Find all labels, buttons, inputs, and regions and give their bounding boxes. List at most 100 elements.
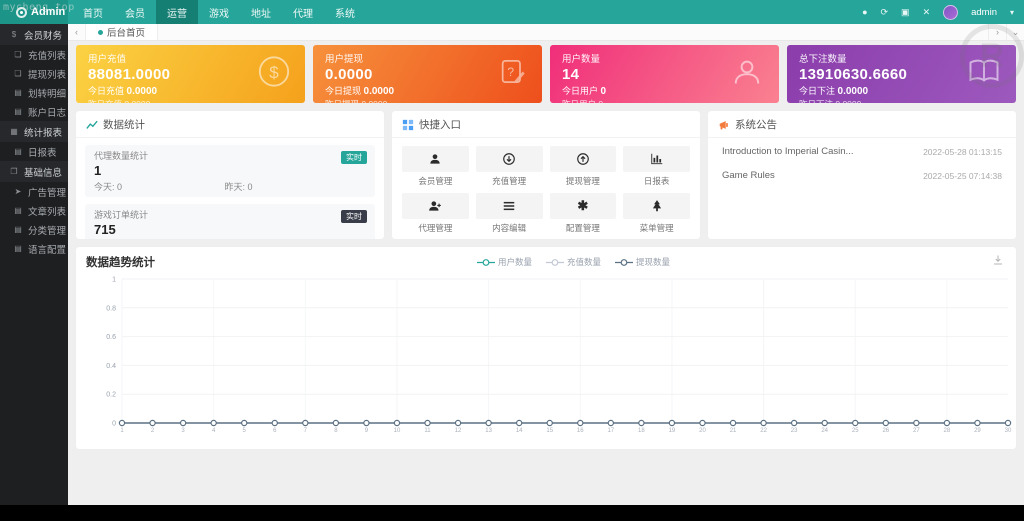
avatar[interactable] — [943, 5, 958, 20]
sidebar-item-transfer-detail[interactable]: ▤划转明细 — [0, 83, 68, 102]
stat-card-withdraw[interactable]: 用户提现 0.0000 今日提现 0.0000 昨日提现 0.0000 ? — [313, 45, 542, 103]
quick-entry-recharge[interactable]: 充值管理 — [476, 146, 543, 187]
category-icon: ▤ — [13, 225, 23, 234]
svg-text:1: 1 — [112, 277, 116, 284]
panel-header: 快捷入口 — [392, 111, 700, 138]
brand-name: Admin — [31, 6, 65, 18]
svg-text:8: 8 — [334, 428, 338, 434]
svg-text:30: 30 — [1005, 428, 1012, 434]
sidebar-item-article-list[interactable]: ▤文章列表 — [0, 201, 68, 220]
sidebar-item-recharge-list[interactable]: ❏充值列表 — [0, 45, 68, 64]
stat-card-recharge[interactable]: 用户充值 88081.0000 今日充值 0.0000 昨日充值 0.0000 … — [76, 45, 305, 103]
quick-entry-members[interactable]: 会员管理 — [402, 146, 469, 187]
user-outline-icon — [729, 54, 765, 95]
panel-quick-entry: 快捷入口 会员管理 充值管理 提现管理 — [392, 111, 700, 239]
quick-entry-daily-report[interactable]: 日报表 — [623, 146, 690, 187]
svg-text:$: $ — [269, 63, 279, 82]
theme-icon[interactable]: ● — [862, 8, 867, 17]
tab-collapse-icon[interactable]: ⌄ — [1006, 24, 1024, 40]
chart-title: 数据趋势统计 — [86, 254, 155, 270]
username[interactable]: admin — [971, 7, 997, 18]
nav-item-members[interactable]: 会员 — [114, 0, 156, 24]
log-icon: ▤ — [13, 107, 23, 116]
nav-item-operations[interactable]: 运营 — [156, 0, 198, 24]
user-icon — [428, 152, 442, 166]
language-icon: ▤ — [13, 244, 23, 253]
report-icon: ▦ — [9, 127, 19, 136]
download-icon[interactable] — [992, 253, 1004, 271]
tab-scroll-left-icon[interactable]: ‹ — [68, 24, 86, 40]
panel-header: 系统公告 — [708, 111, 1016, 138]
stat-card-bets[interactable]: 总下注数量 13910630.6660 今日下注 0.0000 昨日下注 0.0… — [787, 45, 1016, 103]
grid-icon — [402, 119, 414, 131]
svg-text:15: 15 — [546, 428, 553, 434]
svg-text:6: 6 — [273, 428, 277, 434]
tab-scroll-right-icon[interactable]: › — [988, 24, 1006, 40]
quick-entry-config[interactable]: ✱ 配置管理 — [550, 193, 617, 234]
daily-report-icon: ▤ — [13, 147, 23, 156]
article-icon: ▤ — [13, 206, 23, 215]
nav-item-home[interactable]: 首页 — [72, 0, 114, 24]
announcement-item[interactable]: Introduction to Imperial Casin... 2022-0… — [722, 146, 1002, 157]
sidebar-item-ad-manage[interactable]: ➤广告管理 — [0, 182, 68, 201]
svg-text:?: ? — [507, 65, 514, 79]
sidebar-item-category-manage[interactable]: ▤分类管理 — [0, 220, 68, 239]
quick-entry-content[interactable]: 内容编辑 — [476, 193, 543, 234]
sidebar-item-daily-report[interactable]: ▤日报表 — [0, 142, 68, 161]
panel-announcements: 系统公告 Introduction to Imperial Casin... 2… — [708, 111, 1016, 239]
lines-icon — [502, 199, 516, 213]
fullscreen-close-icon[interactable]: ✕ — [923, 8, 931, 17]
tabbar-spacer — [158, 24, 988, 40]
announcement-item[interactable]: Game Rules 2022-05-25 07:14:38 — [722, 170, 1002, 181]
stat-card-users[interactable]: 用户数量 14 今日用户 0 昨日用户 0 — [550, 45, 779, 103]
chart-legend: 用户数量 充值数量 提现数量 — [155, 256, 992, 268]
svg-text:25: 25 — [852, 428, 859, 434]
sidebar-item-withdraw-list[interactable]: ❏提现列表 — [0, 64, 68, 83]
quick-entry-menu[interactable]: 菜单管理 — [623, 193, 690, 234]
legend-item-users[interactable]: 用户数量 — [477, 256, 532, 268]
legend-item-recharge[interactable]: 充值数量 — [546, 256, 601, 268]
refresh-icon[interactable]: ⟳ — [881, 8, 889, 17]
tabbar: ‹ 后台首页 › ⌄ — [68, 24, 1024, 41]
quick-entry-agents[interactable]: 代理管理 — [402, 193, 469, 234]
nav-item-games[interactable]: 游戏 — [198, 0, 240, 24]
stat-row-agents[interactable]: 代理数量统计 实时 1 今天: 0 昨天: 0 — [85, 145, 375, 197]
svg-text:12: 12 — [455, 428, 462, 434]
svg-text:24: 24 — [821, 428, 828, 434]
open-book-icon — [966, 54, 1002, 95]
megaphone-icon — [718, 119, 730, 131]
recharge-icon: ❏ — [13, 50, 23, 59]
tree-icon — [650, 199, 664, 213]
svg-text:9: 9 — [365, 428, 369, 434]
stat-row-game-orders[interactable]: 游戏订单统计 实时 715 今天: 0 昨天: 0 — [85, 204, 375, 239]
svg-text:0.8: 0.8 — [106, 305, 116, 312]
clear-cache-icon[interactable]: ▣ — [901, 8, 910, 17]
line-chart-icon — [86, 119, 98, 131]
brand[interactable]: Admin — [0, 0, 68, 24]
withdraw-icon: ❏ — [13, 69, 23, 78]
sidebar: $会员财务 ❏充值列表 ❏提现列表 ▤划转明细 ▤账户日志 ▦统计报表 ▤日报表… — [0, 24, 68, 505]
circle-up-arrow-icon — [576, 152, 590, 166]
svg-text:23: 23 — [791, 428, 798, 434]
sidebar-item-account-log[interactable]: ▤账户日志 — [0, 102, 68, 121]
main-content: 用户充值 88081.0000 今日充值 0.0000 昨日充值 0.0000 … — [68, 41, 1024, 489]
sidebar-section-statistics[interactable]: ▦统计报表 — [0, 121, 68, 142]
sidebar-item-language-config[interactable]: ▤语言配置 — [0, 239, 68, 258]
status-badge: 实时 — [341, 151, 367, 164]
circle-down-arrow-icon — [502, 152, 516, 166]
tab-dashboard[interactable]: 后台首页 — [86, 24, 158, 40]
legend-item-withdraw[interactable]: 提现数量 — [615, 256, 670, 268]
nav-item-system[interactable]: 系统 — [324, 0, 366, 24]
copy-icon: ❐ — [9, 167, 19, 176]
sidebar-section-basic-info[interactable]: ❐基础信息 — [0, 161, 68, 182]
chart-canvas[interactable]: 00.20.40.60.8112345678910111213141516171… — [86, 271, 1018, 441]
status-badge: 实时 — [341, 210, 367, 223]
sidebar-section-member-finance[interactable]: $会员财务 — [0, 24, 68, 45]
chevron-down-icon[interactable]: ▾ — [1010, 8, 1014, 17]
nav-item-address[interactable]: 地址 — [240, 0, 282, 24]
nav-item-agents[interactable]: 代理 — [282, 0, 324, 24]
svg-text:2: 2 — [151, 428, 155, 434]
svg-text:26: 26 — [882, 428, 889, 434]
svg-text:18: 18 — [638, 428, 645, 434]
quick-entry-withdraw[interactable]: 提现管理 — [550, 146, 617, 187]
